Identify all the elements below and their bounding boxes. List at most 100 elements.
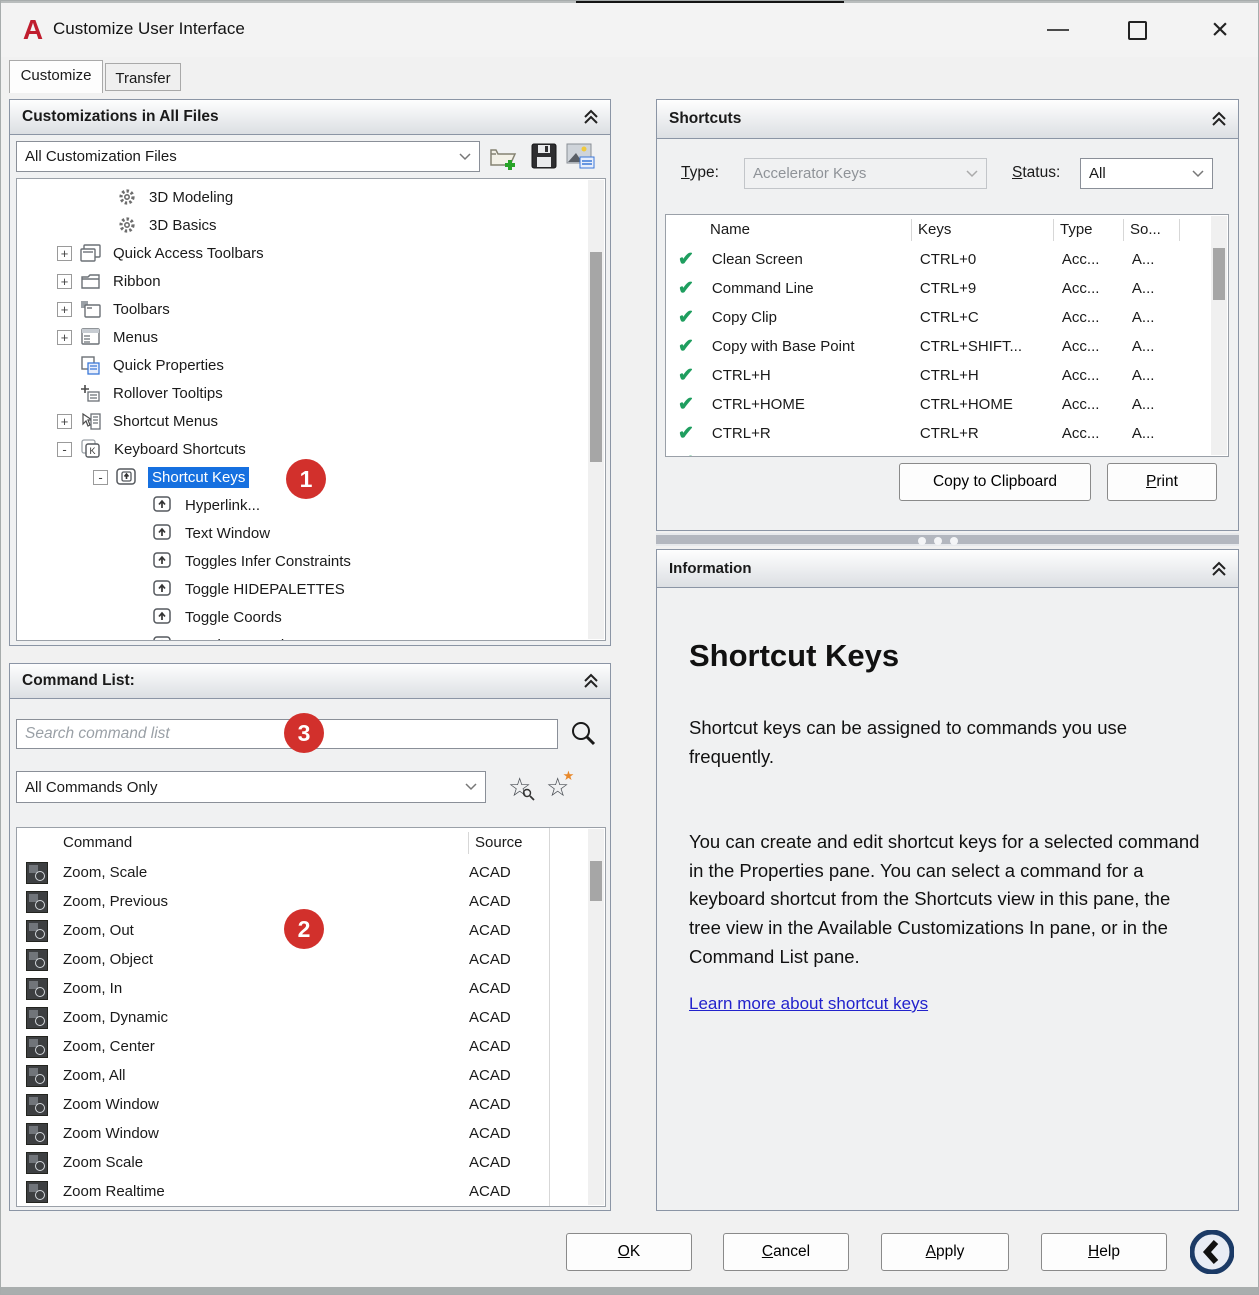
collapse-panel-icon[interactable] <box>1210 561 1228 577</box>
check-icon: ✔ <box>678 335 694 358</box>
save-customization-file-button[interactable] <box>530 142 558 170</box>
image-panel-icon <box>566 142 596 170</box>
tree-item-ribbon[interactable]: + Ribbon <box>17 267 605 295</box>
minimize-button[interactable] <box>1047 29 1069 31</box>
tree-item-3d-basics[interactable]: 3D Basics <box>17 211 605 239</box>
rollover-tooltips-icon <box>80 384 101 403</box>
window-bottom-border <box>1 1287 1258 1294</box>
close-button[interactable]: × <box>1203 11 1237 49</box>
shortcut-row[interactable]: ✔ <box>666 448 1228 457</box>
key-up-icon <box>151 523 173 543</box>
column-keys: Keys <box>912 219 1054 241</box>
collapse-panel-icon[interactable] <box>1210 111 1228 127</box>
chevron-left-circle-icon <box>1190 1230 1234 1274</box>
customizations-panel: Customizations in All Files All Customiz… <box>9 99 611 646</box>
expand-icon[interactable]: + <box>57 274 72 289</box>
chevron-down-icon <box>465 783 477 791</box>
type-combo[interactable]: Accelerator Keys <box>744 158 987 189</box>
display-customization-button[interactable] <box>566 142 596 170</box>
step-badge-1: 1 <box>286 459 326 499</box>
shortcuts-table-scrollbar-thumb[interactable] <box>1213 248 1225 300</box>
new-command-star-icon[interactable]: ☆★ <box>546 772 569 803</box>
tree-item-quick-access-toolbars[interactable]: + Quick Access Toolbars <box>17 239 605 267</box>
command-table-scrollbar[interactable] <box>588 829 604 1205</box>
command-row[interactable]: Zoom RealtimeACAD <box>17 1177 605 1206</box>
shortcut-row[interactable]: ✔CTRL+RCTRL+RAcc...A... <box>666 419 1228 448</box>
expand-icon[interactable]: + <box>57 246 72 261</box>
tree-scrollbar[interactable] <box>588 180 604 639</box>
find-command-star-icon[interactable]: ☆ <box>508 772 531 803</box>
tree-item-menus[interactable]: + Menus <box>17 323 605 351</box>
shortcut-row[interactable]: ✔CTRL+HCTRL+HAcc...A... <box>666 361 1228 390</box>
tree-item-toggle-coords[interactable]: Toggle Coords <box>17 603 605 631</box>
status-combo[interactable]: All <box>1080 158 1213 189</box>
command-row[interactable]: Zoom, InACAD <box>17 974 605 1003</box>
tab-transfer[interactable]: Transfer <box>105 63 181 91</box>
customization-file-combo[interactable]: All Customization Files <box>16 141 480 172</box>
command-row[interactable]: Zoom, DynamicACAD <box>17 1003 605 1032</box>
column-name: Name <box>704 219 912 241</box>
zoom-scale-icon <box>26 862 48 884</box>
collapse-node-icon[interactable]: - <box>93 470 108 485</box>
zoom-all-icon <box>26 1065 48 1087</box>
command-table-scrollbar-thumb[interactable] <box>590 861 602 901</box>
zoom-scale-icon <box>26 1152 48 1174</box>
customizations-tree: 3D Modeling 3D Basics + Quick Access Too… <box>16 178 606 641</box>
tab-customize[interactable]: Customize <box>9 60 103 93</box>
tree-item-toggle-hidepalettes[interactable]: Toggle HIDEPALETTES <box>17 575 605 603</box>
tree-item-3d-modeling[interactable]: 3D Modeling <box>17 183 605 211</box>
copy-to-clipboard-button[interactable]: Copy to Clipboard <box>899 463 1091 501</box>
command-row[interactable]: Zoom, CenterACAD <box>17 1032 605 1061</box>
load-customization-file-button[interactable] <box>488 142 520 172</box>
maximize-button[interactable] <box>1128 21 1147 40</box>
shortcut-row[interactable]: ✔CTRL+HOMECTRL+HOMEAcc...A... <box>666 390 1228 419</box>
search-icon[interactable] <box>568 719 598 749</box>
expand-icon[interactable]: + <box>57 414 72 429</box>
zoom-window-icon <box>26 1123 48 1145</box>
shortcuts-table-scrollbar[interactable] <box>1211 216 1227 455</box>
tree-item-shortcut-menus[interactable]: + Shortcut Menus <box>17 407 605 435</box>
collapse-dialog-button[interactable] <box>1190 1230 1234 1274</box>
collapse-panel-icon[interactable] <box>582 673 600 689</box>
tree-item-toggle-dynamic-ucs[interactable]: Toggle Dynamic UCS <box>17 631 605 641</box>
tree-item-rollover-tooltips[interactable]: Rollover Tooltips <box>17 379 605 407</box>
title-bar[interactable]: A Customize User Interface × <box>1 3 1258 57</box>
shortcut-row[interactable]: ✔Clean ScreenCTRL+0Acc...A... <box>666 245 1228 274</box>
gear-icon <box>117 215 137 235</box>
shortcut-menus-icon <box>80 412 101 431</box>
expand-icon[interactable]: + <box>57 330 72 345</box>
help-button[interactable]: Help <box>1041 1233 1167 1271</box>
tree-item-quick-properties[interactable]: Quick Properties <box>17 351 605 379</box>
zoom-realtime-icon <box>26 1181 48 1203</box>
command-row[interactable]: Zoom, ScaleACAD <box>17 858 605 887</box>
tree-item-text-window[interactable]: Text Window <box>17 519 605 547</box>
zoom-out-icon <box>26 920 48 942</box>
ok-button[interactable]: OK <box>566 1233 692 1271</box>
tree-item-toggles-infer-constraints[interactable]: Toggles Infer Constraints <box>17 547 605 575</box>
command-row[interactable]: Zoom WindowACAD <box>17 1090 605 1119</box>
command-row[interactable]: Zoom, ObjectACAD <box>17 945 605 974</box>
information-paragraph: You can create and edit shortcut keys fo… <box>689 828 1205 971</box>
key-up-icon <box>151 635 173 641</box>
apply-button[interactable]: Apply <box>881 1233 1009 1271</box>
tree-item-toolbars[interactable]: + Toolbars <box>17 295 605 323</box>
tree-scrollbar-thumb[interactable] <box>590 252 602 462</box>
check-icon: ✔ <box>678 364 694 387</box>
expand-icon[interactable]: + <box>57 302 72 317</box>
collapse-panel-icon[interactable] <box>582 109 600 125</box>
collapse-node-icon[interactable]: - <box>57 442 72 457</box>
learn-more-link[interactable]: Learn more about shortcut keys <box>689 994 928 1014</box>
pane-splitter[interactable] <box>656 533 1239 546</box>
shortcut-row[interactable]: ✔Copy ClipCTRL+CAcc...A... <box>666 303 1228 332</box>
print-button[interactable]: Print <box>1107 463 1217 501</box>
shortcut-row[interactable]: ✔Command LineCTRL+9Acc...A... <box>666 274 1228 303</box>
column-divider <box>549 828 550 1206</box>
shortcuts-panel: Shortcuts Type: Accelerator Keys Status:… <box>656 99 1239 531</box>
shortcut-row[interactable]: ✔Copy with Base PointCTRL+SHIFT...Acc...… <box>666 332 1228 361</box>
cancel-button[interactable]: Cancel <box>723 1233 849 1271</box>
command-filter-combo[interactable]: All Commands Only <box>16 771 486 803</box>
command-row[interactable]: Zoom ScaleACAD <box>17 1148 605 1177</box>
command-row[interactable]: Zoom WindowACAD <box>17 1119 605 1148</box>
command-row[interactable]: Zoom, AllACAD <box>17 1061 605 1090</box>
key-up-icon <box>151 495 173 515</box>
